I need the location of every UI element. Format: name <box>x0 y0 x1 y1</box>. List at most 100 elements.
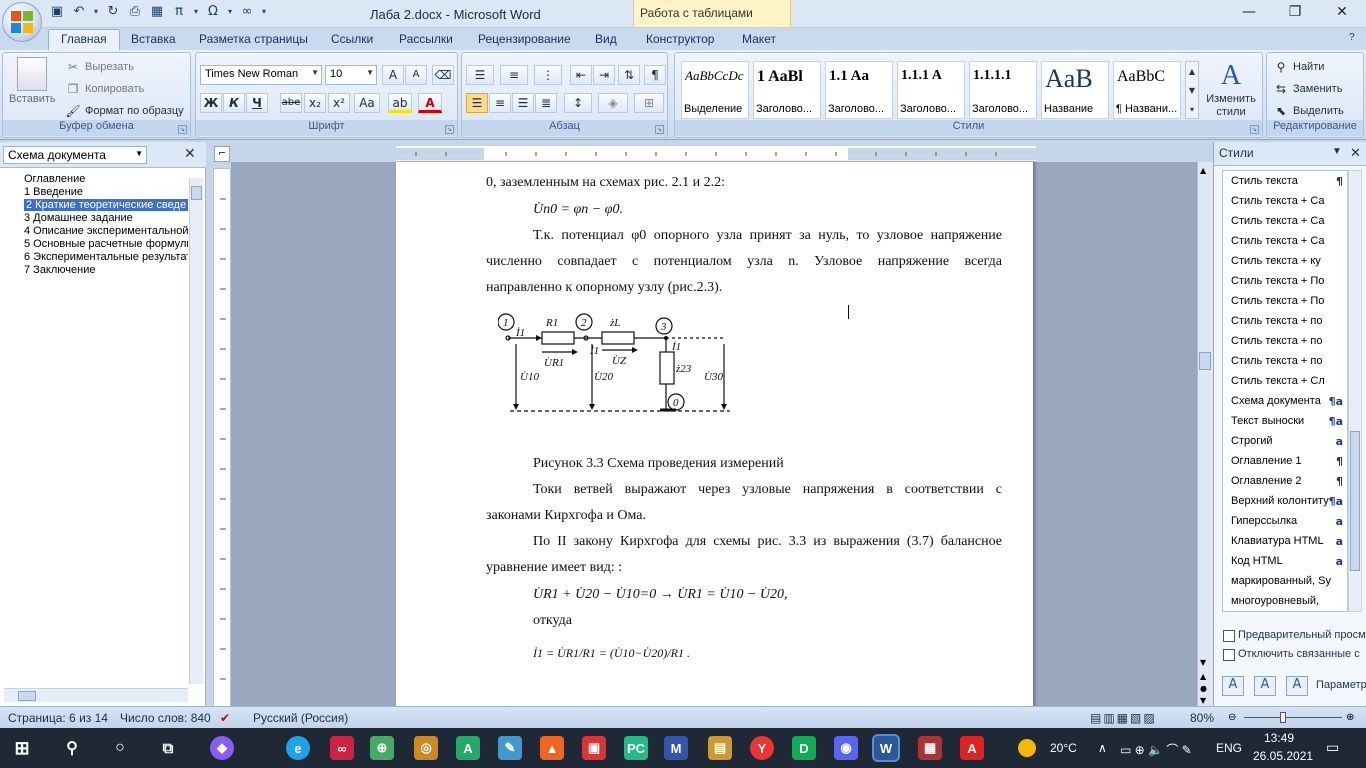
highlight-icon[interactable]: ab <box>388 93 412 113</box>
pane-close-icon[interactable]: ✕ <box>1350 145 1361 161</box>
close-button[interactable]: ✕ <box>1330 4 1354 20</box>
bullets-icon[interactable]: ☰ <box>466 65 494 85</box>
winrar-icon[interactable]: ▦ <box>918 736 942 760</box>
style-list-item[interactable]: Стиль текста + По <box>1231 275 1341 287</box>
minimize-button[interactable]: — <box>1237 4 1261 20</box>
style-emphasis[interactable]: AaBbCcDc Выделение <box>681 61 749 119</box>
tab-page-layout[interactable]: Разметка страницы <box>199 32 308 46</box>
shrink-font-button[interactable]: A <box>405 65 427 85</box>
discord-icon[interactable]: ◉ <box>834 736 858 760</box>
prev-page-icon[interactable]: ▲ <box>1200 672 1206 681</box>
cut-button[interactable]: ✂ Вырезать <box>65 59 134 75</box>
app-icon[interactable]: A <box>456 736 480 760</box>
change-styles-button[interactable]: A Изменить стили <box>1205 61 1257 119</box>
tab-selector-icon[interactable]: ⌐ <box>214 146 230 162</box>
styles-scroll-icon[interactable]: ▲ ▼ ▾ <box>1185 61 1199 119</box>
redo-icon[interactable]: ↻ <box>104 2 122 20</box>
map-hscrollbar[interactable] <box>4 688 188 702</box>
font-color-icon[interactable]: A <box>418 93 442 113</box>
start-icon[interactable]: ⊞ <box>10 736 34 760</box>
map-item[interactable]: 6 Экспериментальные результаты <box>24 251 188 263</box>
tray-chevron-icon[interactable]: ∧ <box>1098 741 1107 755</box>
style-list-item[interactable]: Стиль текста + Са <box>1231 215 1341 227</box>
app-icon[interactable]: ∞ <box>330 736 354 760</box>
restore-button[interactable]: ❐ <box>1283 4 1307 20</box>
weather-icon[interactable] <box>1018 739 1036 757</box>
infinity-icon[interactable]: ∞ <box>238 2 256 20</box>
style-heading-3[interactable]: 1.1.1 A Заголово... <box>897 61 965 119</box>
weather-temp[interactable]: 20°C <box>1050 741 1077 755</box>
increase-indent-icon[interactable]: ⇥ <box>593 65 615 85</box>
app-icon[interactable]: ◎ <box>414 736 438 760</box>
clear-format-icon[interactable]: ⌫ <box>432 65 454 85</box>
zoom-out-icon[interactable]: ⊖ <box>1228 712 1236 723</box>
styles-scrollbar[interactable] <box>1348 170 1362 612</box>
superscript-button[interactable]: x² <box>328 93 350 113</box>
cortana-icon[interactable]: ○ <box>108 736 132 760</box>
tab-mailings[interactable]: Рассылки <box>399 32 453 46</box>
map-item[interactable]: 7 Заключение <box>24 264 95 276</box>
scroll-down-icon[interactable]: ▼ <box>1200 658 1206 667</box>
next-page-icon[interactable]: ▼ <box>1200 696 1206 705</box>
language-status[interactable]: Русский (Россия) <box>253 711 348 725</box>
tab-design[interactable]: Конструктор <box>646 32 714 46</box>
print-icon[interactable]: ⎙ <box>126 2 144 20</box>
pane-menu-icon[interactable]: ▼ <box>1332 146 1342 157</box>
preview-checkbox[interactable] <box>1223 630 1235 642</box>
map-hscroll-thumb[interactable] <box>18 691 36 701</box>
tab-layout[interactable]: Макет <box>742 32 776 46</box>
app-icon[interactable]: D <box>792 736 816 760</box>
change-case-button[interactable]: Aa <box>354 93 380 113</box>
tray-icons[interactable]: ▭ ⊕ 🔈 ⌒ ✎ <box>1120 741 1192 758</box>
customize-qat-icon[interactable]: ▾ <box>260 2 268 20</box>
find-button[interactable]: ⚲ Найти <box>1273 59 1325 75</box>
zoom-thumb[interactable] <box>1280 712 1286 723</box>
clock-date[interactable]: 26.05.2021 <box>1253 749 1313 763</box>
style-list-item[interactable]: Стиль текста + По <box>1231 295 1341 307</box>
map-item[interactable]: 3 Домашнее задание <box>24 212 133 224</box>
tab-view[interactable]: Вид <box>595 32 617 46</box>
tab-home[interactable]: Главная <box>48 29 120 51</box>
style-list-item[interactable]: Стиль текста + по <box>1231 355 1341 367</box>
style-list-item[interactable]: Текст выноски <box>1231 415 1341 427</box>
document-vscrollbar[interactable]: ▲ ▼ ▲ ● ▼ <box>1197 162 1213 708</box>
numbering-icon[interactable]: ≡ <box>500 65 528 85</box>
map-item[interactable]: Оглавление <box>24 173 85 185</box>
borders-icon[interactable]: ⊞ <box>634 93 664 113</box>
document-page[interactable]: 0, заземленным на схемах рис. 2.1 и 2.2:… <box>396 162 1033 708</box>
line-spacing-icon[interactable]: ↕ <box>564 93 592 113</box>
style-list-item[interactable]: маркированный, Sy <box>1231 575 1341 587</box>
style-list-item[interactable]: Стиль текста + Сл <box>1231 375 1341 387</box>
spellcheck-icon[interactable]: ✔ <box>220 711 230 725</box>
zoom-level[interactable]: 80% <box>1190 711 1214 725</box>
font-size-combo[interactable]: 10 ▼ <box>325 65 377 85</box>
app-icon[interactable]: ◆ <box>210 736 234 760</box>
style-list-item[interactable]: Стиль текста + Са <box>1231 235 1341 247</box>
style-list-item[interactable]: Схема документа <box>1231 395 1341 407</box>
paste-button[interactable]: Вставить <box>9 57 56 105</box>
paint-icon[interactable]: ✎ <box>498 736 522 760</box>
styles-scroll-thumb[interactable] <box>1350 431 1360 571</box>
sort-icon[interactable]: ⇅ <box>618 65 640 85</box>
map-item-selected[interactable]: 2 Краткие теоретические сведе <box>24 199 188 211</box>
style-title[interactable]: AaB Название <box>1041 61 1109 119</box>
style-list-item[interactable]: Строгий <box>1231 435 1341 447</box>
app-icon[interactable]: ▣ <box>582 736 606 760</box>
equation-icon[interactable]: π <box>170 2 188 20</box>
style-list-item[interactable]: Стиль текста + по <box>1231 315 1341 327</box>
clock-time[interactable]: 13:49 <box>1264 731 1294 745</box>
page-count[interactable]: Страница: 6 из 14 <box>8 711 108 725</box>
keyboard-language[interactable]: ENG <box>1216 741 1242 755</box>
copy-button[interactable]: ❐ Копировать <box>65 81 145 97</box>
style-heading-2[interactable]: 1.1 Aa Заголово... <box>825 61 893 119</box>
vertical-ruler[interactable] <box>213 168 231 708</box>
yandex-icon[interactable]: Y <box>750 736 774 760</box>
app-icon[interactable]: M <box>664 736 688 760</box>
style-list-item[interactable]: Стиль текста + ку <box>1231 255 1341 267</box>
underline-button[interactable]: Ч <box>246 93 268 113</box>
scroll-up-icon[interactable]: ▲ <box>1200 166 1206 175</box>
zoom-slider[interactable]: ⊖ ⊕ <box>1228 712 1358 724</box>
document-map-selector[interactable]: Схема документа ▼ <box>3 146 147 164</box>
word-count[interactable]: Число слов: 840 <box>120 711 211 725</box>
map-item[interactable]: 4 Описание экспериментальной <box>24 225 188 237</box>
